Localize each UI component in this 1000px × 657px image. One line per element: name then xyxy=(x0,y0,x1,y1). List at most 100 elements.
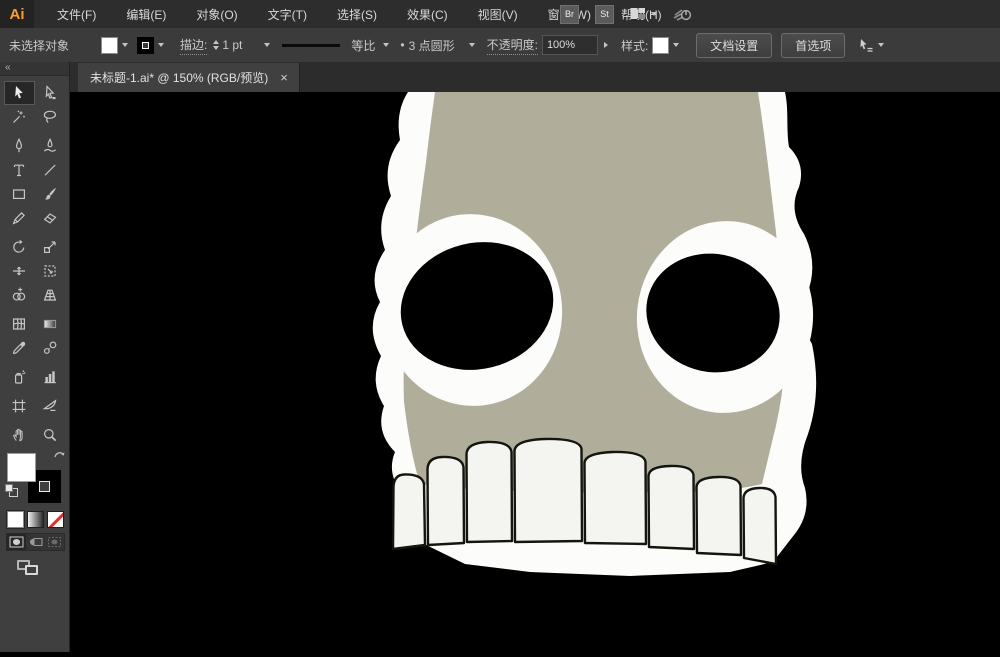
menu-item-6[interactable]: 视图(V) xyxy=(463,0,533,28)
perspective-grid-tool[interactable] xyxy=(35,283,66,307)
skull-artwork xyxy=(70,92,1000,652)
bridge-button[interactable]: Br xyxy=(560,5,579,24)
width-profile-label: 等比 xyxy=(351,37,375,54)
stroke-width-stepper[interactable] xyxy=(213,40,219,50)
stroke-color-dropdown[interactable] xyxy=(137,37,164,54)
app-logo: Ai xyxy=(0,0,34,28)
brush-name: 3 点圆形 xyxy=(409,37,455,54)
draw-inside-button[interactable] xyxy=(45,534,64,550)
selection-tool[interactable] xyxy=(4,81,35,105)
column-graph-icon xyxy=(42,369,58,385)
tooth xyxy=(585,452,647,544)
gradient-button[interactable] xyxy=(27,511,44,528)
menu-item-1[interactable]: 编辑(E) xyxy=(111,0,181,28)
close-icon[interactable]: × xyxy=(280,71,288,84)
menu-item-5[interactable]: 效果(C) xyxy=(392,0,463,28)
rectangle-tool[interactable] xyxy=(4,182,35,206)
stroke-profile-preview xyxy=(282,44,340,47)
mesh-icon xyxy=(11,316,27,332)
mesh-tool[interactable] xyxy=(4,312,35,336)
workspace-switcher[interactable] xyxy=(630,7,657,21)
brush-dropdown[interactable]: • 3 点圆形 xyxy=(400,37,474,54)
menu-item-0[interactable]: 文件(F) xyxy=(42,0,111,28)
style-dropdown[interactable] xyxy=(652,37,679,54)
draw-normal-button[interactable] xyxy=(7,534,26,550)
none-button[interactable] xyxy=(47,511,64,528)
screen-mode-icon xyxy=(16,559,40,577)
hand-tool[interactable] xyxy=(4,423,35,447)
chevron-down-icon xyxy=(469,43,475,47)
eraser-icon xyxy=(42,210,58,226)
control-bar: 未选择对象 描边: 1 pt 等比 • 3 点圆形 不透明度: 样式: 文档设置… xyxy=(0,28,1000,63)
select-similar-dropdown[interactable] xyxy=(857,38,884,53)
curvature-tool[interactable] xyxy=(35,134,66,158)
chevron-down-icon xyxy=(673,43,679,47)
fill-color-dropdown[interactable] xyxy=(101,37,128,54)
menu-bar-right: Br St xyxy=(560,0,693,28)
type-tool[interactable] xyxy=(4,158,35,182)
chevron-down-icon xyxy=(122,43,128,47)
direct-selection-tool[interactable] xyxy=(35,81,66,105)
tooth xyxy=(697,477,742,555)
tooth xyxy=(428,457,465,545)
width-tool[interactable] xyxy=(4,259,35,283)
artboard-tool[interactable] xyxy=(4,394,35,418)
paintbrush-icon xyxy=(42,186,58,202)
opacity-panel-link[interactable]: 不透明度: xyxy=(487,36,538,55)
pen-icon xyxy=(11,138,27,154)
slice-tool[interactable] xyxy=(35,394,66,418)
menu-item-2[interactable]: 对象(O) xyxy=(181,0,252,28)
free-transform-tool[interactable] xyxy=(35,259,66,283)
paintbrush-tool[interactable] xyxy=(35,182,66,206)
swap-fill-stroke-icon[interactable] xyxy=(53,449,66,461)
curvature-icon xyxy=(42,138,58,154)
default-fill-stroke-icon[interactable] xyxy=(5,484,17,496)
lasso-tool[interactable] xyxy=(35,105,66,129)
eraser-tool[interactable] xyxy=(35,206,66,230)
screen-mode-button[interactable] xyxy=(16,559,40,582)
shape-builder-icon xyxy=(11,287,27,303)
stroke-swatch xyxy=(137,37,154,54)
gradient-icon xyxy=(42,316,58,332)
magic-wand-icon xyxy=(11,109,27,125)
fill-stroke-indicator xyxy=(7,453,63,507)
selection-status: 未选择对象 xyxy=(0,37,95,54)
pen-tool[interactable] xyxy=(4,134,35,158)
chevron-down-icon xyxy=(651,12,657,16)
rotate-tool[interactable] xyxy=(4,235,35,259)
tooth xyxy=(467,442,513,542)
stroke-panel-link[interactable]: 描边: xyxy=(180,36,207,55)
gradient-tool[interactable] xyxy=(35,312,66,336)
eyedropper-tool[interactable] xyxy=(4,336,35,360)
menu-item-3[interactable]: 文字(T) xyxy=(253,0,322,28)
scale-tool[interactable] xyxy=(35,235,66,259)
opacity-input[interactable] xyxy=(542,35,598,55)
menu-item-4[interactable]: 选择(S) xyxy=(322,0,392,28)
canvas[interactable] xyxy=(70,92,1000,652)
column-graph-tool[interactable] xyxy=(35,365,66,389)
hand-icon xyxy=(11,427,27,443)
width-icon xyxy=(11,263,27,279)
line-segment-tool[interactable] xyxy=(35,158,66,182)
document-setup-button[interactable]: 文档设置 xyxy=(696,33,772,58)
slice-icon xyxy=(42,398,58,414)
preferences-button[interactable]: 首选项 xyxy=(781,33,845,58)
stroke-width-dropdown[interactable]: 1 pt xyxy=(222,38,270,52)
document-tab-title: 未标题-1.ai* @ 150% (RGB/预览) xyxy=(90,69,268,86)
launcher-icon[interactable] xyxy=(673,6,693,22)
panel-collapse[interactable]: « xyxy=(0,62,69,76)
width-profile-dropdown[interactable]: 等比 xyxy=(282,37,389,54)
symbol-sprayer-tool[interactable] xyxy=(4,365,35,389)
fill-color-well[interactable] xyxy=(7,453,36,482)
zoom-tool[interactable] xyxy=(35,423,66,447)
pencil-tool[interactable] xyxy=(4,206,35,230)
blend-tool[interactable] xyxy=(35,336,66,360)
opacity-stepper-arrow[interactable] xyxy=(604,42,608,48)
draw-behind-icon xyxy=(28,536,43,548)
color-button[interactable] xyxy=(7,511,24,528)
document-tab[interactable]: 未标题-1.ai* @ 150% (RGB/预览) × xyxy=(78,63,300,92)
magic-wand-tool[interactable] xyxy=(4,105,35,129)
shape-builder-tool[interactable] xyxy=(4,283,35,307)
draw-behind-button[interactable] xyxy=(26,534,45,550)
stock-button[interactable]: St xyxy=(595,5,614,24)
